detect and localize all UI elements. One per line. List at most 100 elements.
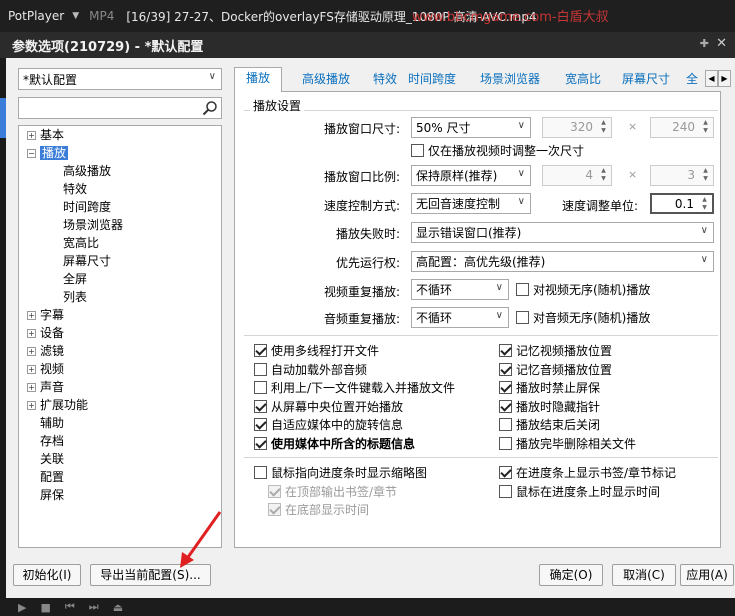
expand-icon[interactable]: + <box>27 401 36 410</box>
tree-item[interactable]: 辅助 <box>27 415 64 432</box>
video-repeat-select[interactable]: 不循环 ∨ <box>411 279 509 300</box>
checkbox-box[interactable] <box>499 399 512 413</box>
checkbox-box[interactable] <box>254 381 267 394</box>
option-checkbox[interactable]: 自动加载外部音频 <box>254 361 367 378</box>
stop-icon[interactable]: ■ <box>40 601 50 614</box>
tab-scroll-right[interactable]: ▶ <box>718 70 731 87</box>
checkbox-box[interactable] <box>516 283 529 296</box>
option-checkbox[interactable]: 播放完毕删除相关文件 <box>499 435 636 452</box>
play-icon[interactable]: ▶ <box>18 601 26 614</box>
expand-icon[interactable]: + <box>27 365 36 374</box>
tab-2[interactable]: 特效 <box>370 69 400 91</box>
tree-item[interactable]: 场景浏览器 <box>63 217 123 234</box>
next-icon[interactable]: ⏭ <box>89 600 99 614</box>
aspect-width-spinner[interactable]: 4 ▲ ▼ <box>542 165 612 186</box>
spin-arrows-icon[interactable]: ▲ ▼ <box>699 167 712 184</box>
checkbox-box[interactable] <box>268 484 281 498</box>
close-icon[interactable]: ✕ <box>716 36 727 51</box>
expand-icon[interactable]: + <box>27 383 36 392</box>
checkbox-box[interactable] <box>499 362 512 376</box>
tab-4[interactable]: 场景浏览器 <box>466 69 554 91</box>
tree-item[interactable]: + 声音 <box>27 379 64 396</box>
tab-1[interactable]: 高级播放 <box>286 69 366 91</box>
tree-item[interactable]: 屏幕尺寸 <box>63 253 111 270</box>
option-checkbox[interactable]: 鼠标指向进度条时显示缩略图 <box>254 464 427 481</box>
expand-icon[interactable]: + <box>27 131 36 140</box>
option-checkbox[interactable]: 使用多线程打开文件 <box>254 342 379 359</box>
checkbox-box[interactable] <box>499 466 512 479</box>
checkbox-box[interactable] <box>254 466 267 479</box>
search-icon[interactable] <box>202 100 218 116</box>
expand-icon[interactable]: + <box>27 311 36 320</box>
window-width-spinner[interactable]: 320 ▲ ▼ <box>542 117 612 138</box>
option-checkbox[interactable]: 鼠标在进度条上时显示时间 <box>499 483 660 500</box>
option-checkbox[interactable]: 记忆视频播放位置 <box>499 342 612 359</box>
tree-item[interactable]: 全屏 <box>63 271 87 288</box>
checkbox-box[interactable] <box>254 344 267 357</box>
tree-item[interactable]: + 字幕 <box>27 307 64 324</box>
tree-item[interactable]: 屏保 <box>27 487 64 504</box>
tree-item[interactable]: 特效 <box>63 181 87 198</box>
tab-0[interactable]: 播放 <box>234 67 282 92</box>
tree-item[interactable]: 高级播放 <box>63 163 111 180</box>
expand-icon[interactable]: + <box>27 329 36 338</box>
tab-7[interactable]: 全 <box>684 69 700 91</box>
audio-repeat-select[interactable]: 不循环 ∨ <box>411 307 509 328</box>
tree-item[interactable]: 时间跨度 <box>63 199 111 216</box>
tab-3[interactable]: 时间跨度 <box>402 69 462 91</box>
checkbox-box[interactable] <box>499 344 512 357</box>
tree-item[interactable]: 列表 <box>63 289 87 306</box>
checkbox-box[interactable] <box>254 399 267 413</box>
option-checkbox[interactable]: 利用上/下一文件键载入并播放文件 <box>254 379 455 396</box>
tree-item[interactable]: + 基本 <box>27 127 64 144</box>
tree-item[interactable]: − 播放 <box>27 145 69 162</box>
option-checkbox[interactable]: 播放时禁止屏保 <box>499 379 600 396</box>
option-checkbox[interactable]: 在顶部输出书签/章节 <box>268 483 397 500</box>
window-height-spinner[interactable]: 240 ▲ ▼ <box>650 117 714 138</box>
option-checkbox[interactable]: 使用媒体中所含的标题信息 <box>254 435 415 452</box>
tree-item[interactable]: + 扩展功能 <box>27 397 88 414</box>
option-checkbox[interactable]: 从屏幕中央位置开始播放 <box>254 398 403 415</box>
window-size-select[interactable]: 50% 尺寸 ∨ <box>411 117 531 138</box>
apply-button[interactable]: 应用(A) <box>680 564 734 586</box>
tab-5[interactable]: 宽高比 <box>558 69 608 91</box>
tree-item[interactable]: + 视频 <box>27 361 64 378</box>
settings-tree[interactable]: + 基本 − 播放 高级播放 特效 时间跨度 场景浏览器 宽高比 屏幕尺寸 全屏 列表 + 字幕 + 设备 + 滤… <box>18 125 222 548</box>
option-checkbox[interactable]: 播放结束后关闭 <box>499 416 600 433</box>
pin-icon[interactable]: ✚ <box>700 37 709 50</box>
reset-button[interactable]: 初始化(I) <box>13 564 81 586</box>
chevron-down-icon[interactable]: ▼ <box>72 11 79 21</box>
search-input[interactable] <box>18 97 222 119</box>
eject-icon[interactable]: ⏏ <box>113 601 123 614</box>
checkbox-box[interactable] <box>499 484 512 498</box>
tree-item[interactable]: + 设备 <box>27 325 64 342</box>
profile-select[interactable]: *默认配置 ∨ <box>18 68 222 90</box>
tree-item[interactable]: 存档 <box>27 433 64 450</box>
tree-item[interactable]: 关联 <box>27 451 64 468</box>
checkbox-box[interactable] <box>268 503 281 516</box>
option-checkbox[interactable]: 自适应媒体中的旋转信息 <box>254 416 403 433</box>
speed-unit-spinner[interactable]: 0.1 ▲ ▼ <box>650 193 714 214</box>
fail-select[interactable]: 显示错误窗口(推荐) ∨ <box>411 222 714 243</box>
tree-item[interactable]: + 滤镜 <box>27 343 64 360</box>
resize-once-checkbox[interactable]: 仅在播放视频时调整一次尺寸 <box>411 142 584 159</box>
aspect-select[interactable]: 保持原样(推荐) ∨ <box>411 165 531 186</box>
checkbox-box[interactable] <box>499 418 512 431</box>
checkbox-box[interactable] <box>254 362 267 376</box>
tree-item[interactable]: 配置 <box>27 469 64 486</box>
cancel-button[interactable]: 取消(C) <box>612 564 676 586</box>
aspect-height-spinner[interactable]: 3 ▲ ▼ <box>650 165 714 186</box>
dialog-titlebar[interactable]: 参数选项(210729) - *默认配置 ✚ ✕ <box>0 32 735 58</box>
tab-scroll-left[interactable]: ◀ <box>705 70 718 87</box>
option-checkbox[interactable]: 播放时隐藏指针 <box>499 398 600 415</box>
priority-select[interactable]: 高配置：高优先级(推荐) ∨ <box>411 251 714 272</box>
spin-arrows-icon[interactable]: ▲ ▼ <box>698 196 711 213</box>
checkbox-box[interactable] <box>254 418 267 431</box>
ok-button[interactable]: 确定(O) <box>539 564 603 586</box>
tab-6[interactable]: 屏幕尺寸 <box>612 69 680 91</box>
video-shuffle-checkbox[interactable]: 对视频无序(随机)播放 <box>516 281 650 298</box>
expand-icon[interactable]: + <box>27 347 36 356</box>
collapse-icon[interactable]: − <box>27 149 36 158</box>
previous-icon[interactable]: ⏮ <box>65 600 75 614</box>
checkbox-box[interactable] <box>254 436 267 450</box>
